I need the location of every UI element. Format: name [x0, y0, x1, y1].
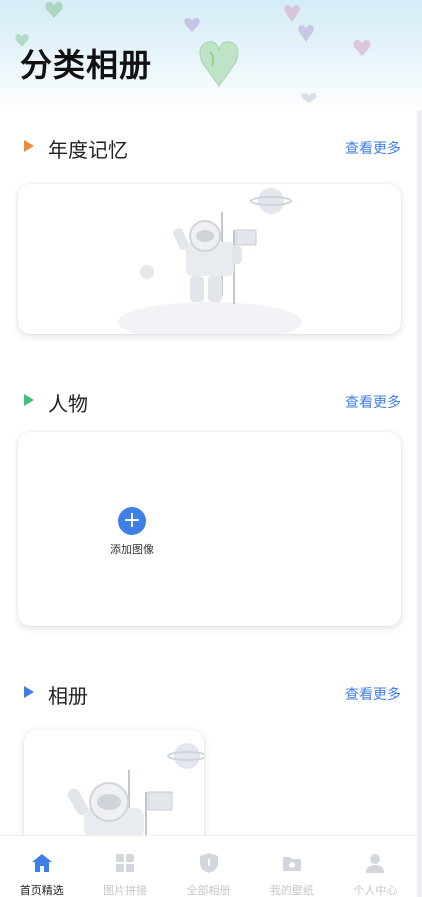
page-title: 分类相册 — [20, 46, 153, 84]
section-header-annual-memory: 年度记忆 查看更多 — [0, 132, 417, 162]
nav-item-image-collage[interactable]: 图片拼接 — [83, 836, 166, 897]
heart-decoration-icon — [298, 25, 314, 42]
nav-label: 个人中心 — [353, 884, 398, 897]
folder-icon — [282, 857, 301, 871]
triangle-marker-icon — [24, 394, 34, 406]
nav-item-personal-center[interactable]: 个人中心 — [334, 836, 417, 897]
section-title: 人物 — [48, 392, 88, 416]
section-title: 年度记忆 — [48, 138, 128, 162]
nav-item-all-albums[interactable]: 全部相册 — [167, 836, 250, 897]
see-more-link[interactable]: 查看更多 — [345, 138, 401, 158]
user-icon — [366, 854, 385, 873]
bottom-navigation: 首页精选 图片拼接 全部相册 我的壁纸 个人中心 — [0, 835, 417, 897]
astronaut-empty-illustration-icon — [118, 188, 302, 342]
section-title: 相册 — [48, 684, 88, 708]
nav-label: 我的壁纸 — [269, 884, 314, 897]
see-more-link[interactable]: 查看更多 — [345, 392, 401, 412]
nav-label: 全部相册 — [186, 884, 231, 897]
app-screen: 分类相册 年度记忆 查看更多 人物 查看更多 + 添加图像 相册 查看更多 首页… — [0, 0, 422, 897]
nav-label: 图片拼接 — [103, 884, 148, 897]
annual-memory-card[interactable] — [18, 184, 401, 342]
shield-icon — [199, 853, 218, 873]
see-more-link[interactable]: 查看更多 — [345, 684, 401, 704]
section-header-people: 人物 查看更多 — [0, 386, 417, 416]
heart-balloon-icon — [199, 41, 239, 87]
plus-icon[interactable]: + — [118, 507, 146, 535]
triangle-marker-icon — [24, 686, 34, 698]
grid-icon — [116, 854, 135, 872]
nav-item-home-picks[interactable]: 首页精选 — [0, 836, 83, 897]
nav-item-my-wallpapers[interactable]: 我的壁纸 — [250, 836, 333, 897]
heart-decoration-icon — [284, 5, 300, 22]
people-card: + 添加图像 — [18, 432, 401, 626]
astronaut-empty-illustration-icon — [67, 743, 207, 838]
section-header-albums: 相册 查看更多 — [0, 678, 417, 708]
heart-decoration-icon — [353, 40, 371, 56]
add-image-label[interactable]: 添加图像 — [92, 541, 172, 557]
heart-decoration-icon — [45, 2, 63, 18]
heart-decoration-icon — [301, 93, 317, 103]
triangle-marker-icon — [24, 140, 34, 152]
nav-label: 首页精选 — [19, 884, 64, 897]
scrollbar-track — [417, 0, 422, 897]
heart-decoration-icon — [184, 18, 200, 32]
home-icon — [31, 854, 52, 872]
